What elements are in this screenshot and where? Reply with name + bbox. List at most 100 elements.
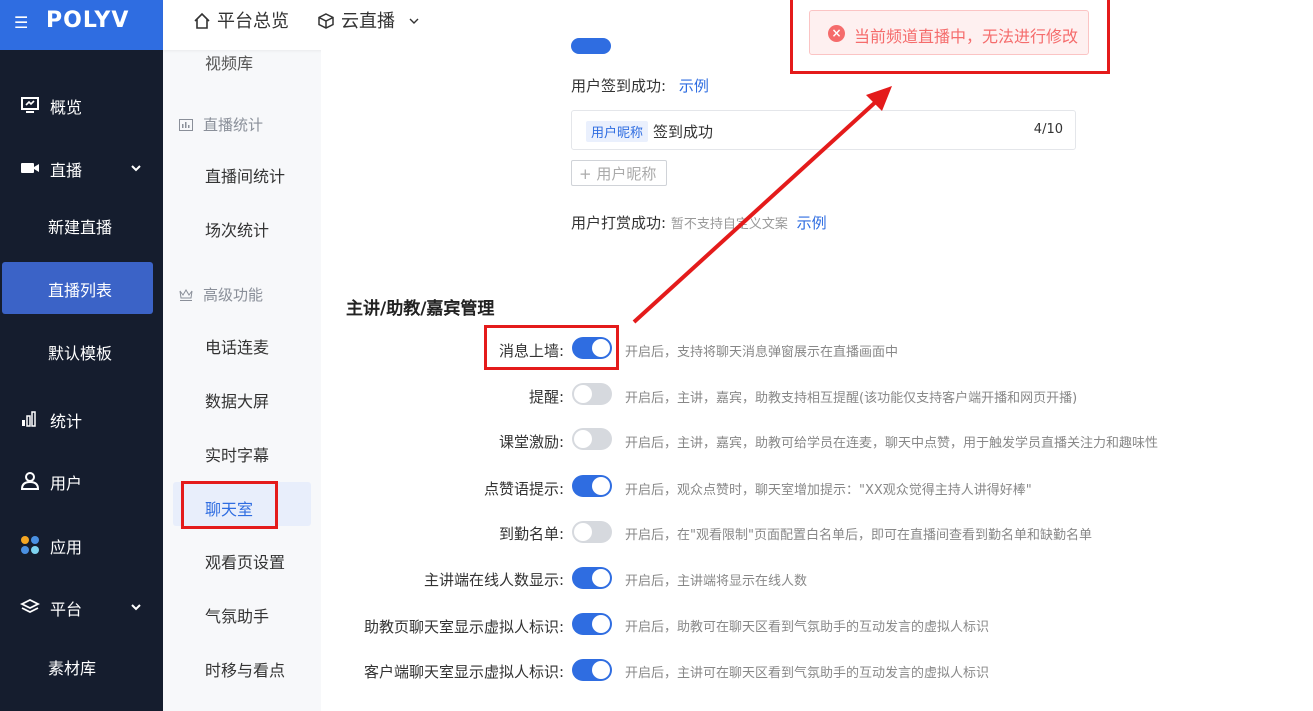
video-camera-icon bbox=[21, 163, 39, 173]
reward-note: 暂不支持自定义文案 bbox=[670, 217, 788, 232]
chevron-down-icon[interactable] bbox=[130, 162, 142, 174]
highlight-toast-box bbox=[790, 0, 1110, 74]
sidebar-item-label: 默认模板 bbox=[48, 344, 113, 363]
subnav-item-data-screen[interactable]: 数据大屏 bbox=[205, 388, 269, 412]
crown-icon bbox=[179, 289, 193, 301]
toggle-knob bbox=[592, 661, 610, 679]
setting-label-assistant-virtual: 助教页聊天室显示虚拟人标识: bbox=[363, 618, 564, 636]
sidebar-item-label: 直播列表 bbox=[48, 281, 113, 300]
stats-group-icon bbox=[179, 119, 193, 131]
highlight-message-wall-box bbox=[484, 325, 619, 370]
apps-icon bbox=[21, 536, 39, 554]
add-nickname-button[interactable]: + 用户昵称 bbox=[571, 160, 667, 186]
toggle-knob bbox=[592, 569, 610, 587]
subnav-item-room-stats[interactable]: 直播间统计 bbox=[205, 163, 285, 187]
sidebar-item-label: 新建直播 bbox=[48, 218, 113, 237]
char-counter: 4/10 bbox=[1033, 122, 1063, 137]
logo-bar: ☰ POLYV bbox=[0, 0, 163, 50]
setting-desc: 开启后，在"观看限制"页面配置白名单后，即可在直播间查看到勤名单和缺勤名单 bbox=[625, 528, 1092, 543]
setting-desc: 开启后，主讲，嘉宾，助教可给学员在连麦，聊天中点赞，用于触发学员直播关注力和趣味… bbox=[625, 436, 1159, 451]
nav-platform-overview[interactable]: 平台总览 bbox=[193, 7, 289, 33]
checkin-label-text: 用户签到成功: bbox=[571, 77, 667, 95]
subnav-item-session-stats[interactable]: 场次统计 bbox=[205, 217, 269, 241]
nav-cloud-live[interactable]: 云直播 bbox=[317, 7, 419, 33]
subnav-item-phone-connect[interactable]: 电话连麦 bbox=[205, 334, 269, 358]
secondary-nav: 视频库 直播统计 直播间统计 场次统计 高级功能 电话连麦 数据大屏 实时字幕 … bbox=[163, 50, 321, 711]
reward-label: 用户打赏成功: 暂不支持自定义文案 示例 bbox=[571, 212, 827, 233]
sidebar-item-label: 素材库 bbox=[48, 659, 97, 678]
menu-toggle-icon[interactable]: ☰ bbox=[14, 13, 28, 32]
sidebar-item-overview[interactable]: 概览 bbox=[0, 79, 163, 131]
setting-desc: 开启后，助教可在聊天区看到气氛助手的互动发言的虚拟人标识 bbox=[625, 620, 990, 635]
toggle-knob bbox=[592, 615, 610, 633]
sidebar-item-new-live[interactable]: 新建直播 bbox=[0, 199, 163, 251]
nickname-tag: 用户昵称 bbox=[586, 121, 649, 142]
setting-label-like-prompt: 点赞语提示: bbox=[483, 480, 564, 498]
chevron-down-icon[interactable] bbox=[130, 601, 142, 613]
setting-desc: 开启后，主讲端将显示在线人数 bbox=[625, 574, 808, 589]
subnav-group-advanced: 高级功能 bbox=[179, 284, 263, 305]
top-bar: 平台总览 云直播 bbox=[163, 0, 1313, 50]
setting-desc: 开启后，主讲可在聊天区看到气氛助手的互动发言的虚拟人标识 bbox=[625, 666, 990, 681]
toggle-client-virtual[interactable] bbox=[572, 659, 612, 681]
sidebar-item-label: 应用 bbox=[50, 538, 83, 557]
monitor-icon bbox=[21, 97, 39, 113]
layers-icon bbox=[20, 598, 40, 614]
checkin-message-text: 签到成功 bbox=[653, 123, 714, 141]
subnav-item-timeshift[interactable]: 时移与看点 bbox=[205, 657, 285, 681]
checkin-label: 用户签到成功: 示例 bbox=[571, 75, 709, 96]
toggle-reminder[interactable] bbox=[572, 383, 612, 405]
subnav-item-atmosphere[interactable]: 气氛助手 bbox=[205, 603, 269, 627]
toggle-class-incentive[interactable] bbox=[572, 428, 612, 450]
bar-chart-icon bbox=[22, 411, 36, 427]
toggle-like-prompt[interactable] bbox=[572, 475, 612, 497]
nav-label: 云直播 bbox=[341, 11, 395, 32]
setting-desc: 开启后，主讲，嘉宾，助教支持相互提醒(该功能仅支持客户端开播和网页开播) bbox=[625, 391, 1078, 406]
user-icon bbox=[20, 472, 40, 490]
reward-example-link[interactable]: 示例 bbox=[797, 214, 827, 232]
toggle-assistant-virtual[interactable] bbox=[572, 613, 612, 635]
section-title: 主讲/助教/嘉宾管理 bbox=[346, 299, 495, 319]
toggle-knob bbox=[592, 477, 610, 495]
sidebar-item-materials[interactable]: 素材库 bbox=[0, 640, 163, 692]
sidebar-item-label: 平台 bbox=[50, 600, 83, 619]
setting-label-class-incentive: 课堂激励: bbox=[498, 433, 564, 451]
subnav-group-label: 直播统计 bbox=[203, 116, 264, 134]
left-sidebar: ☰ POLYV 概览 直播 新建直播 直播列表 默认模板 统计 用户 应用 平台… bbox=[0, 0, 163, 711]
main-content: 用户签到成功: 示例 用户昵称 签到成功 4/10 + 用户昵称 用户打赏成功:… bbox=[321, 38, 1313, 711]
sidebar-item-apps[interactable]: 应用 bbox=[0, 519, 163, 571]
sidebar-item-label: 统计 bbox=[50, 412, 83, 431]
checkin-message-input[interactable]: 用户昵称 签到成功 4/10 bbox=[571, 110, 1076, 150]
setting-desc: 开启后，支持将聊天消息弹窗展示在直播画面中 bbox=[625, 345, 899, 360]
subnav-item-watch-page[interactable]: 观看页设置 bbox=[205, 549, 285, 573]
toggle-knob bbox=[574, 523, 592, 541]
sidebar-item-live[interactable]: 直播 bbox=[0, 142, 163, 194]
sidebar-item-label: 概览 bbox=[50, 98, 83, 117]
sidebar-item-default-template[interactable]: 默认模板 bbox=[0, 325, 163, 377]
logo[interactable]: POLYV bbox=[46, 8, 129, 33]
setting-label-online-count: 主讲端在线人数显示: bbox=[423, 571, 564, 589]
sidebar-item-platform[interactable]: 平台 bbox=[0, 581, 163, 633]
partial-toggle[interactable] bbox=[571, 38, 611, 54]
toggle-attendance[interactable] bbox=[572, 521, 612, 543]
highlight-chatroom-box bbox=[181, 481, 278, 529]
toggle-online-count[interactable] bbox=[572, 567, 612, 589]
setting-label-attendance: 到勤名单: bbox=[498, 525, 564, 543]
subnav-item-live-subtitles[interactable]: 实时字幕 bbox=[205, 442, 269, 466]
checkin-example-link[interactable]: 示例 bbox=[679, 77, 709, 95]
subnav-item-video-library[interactable]: 视频库 bbox=[205, 50, 253, 74]
chevron-down-icon bbox=[409, 18, 419, 24]
setting-label-client-virtual: 客户端聊天室显示虚拟人标识: bbox=[363, 663, 564, 681]
sidebar-item-label: 直播 bbox=[50, 161, 83, 180]
sidebar-item-stats[interactable]: 统计 bbox=[0, 393, 163, 445]
sidebar-item-users[interactable]: 用户 bbox=[0, 455, 163, 507]
toggle-knob bbox=[574, 430, 592, 448]
toggle-knob bbox=[574, 385, 592, 403]
nav-label: 平台总览 bbox=[217, 11, 289, 32]
setting-desc: 开启后，观众点赞时，聊天室增加提示："XX观众觉得主持人讲得好棒" bbox=[625, 483, 1032, 498]
sidebar-item-live-list[interactable]: 直播列表 bbox=[2, 262, 153, 314]
home-icon bbox=[194, 12, 210, 29]
sidebar-item-label: 用户 bbox=[50, 474, 83, 493]
subnav-group-stats: 直播统计 bbox=[179, 114, 263, 135]
subnav-group-label: 高级功能 bbox=[203, 286, 264, 304]
